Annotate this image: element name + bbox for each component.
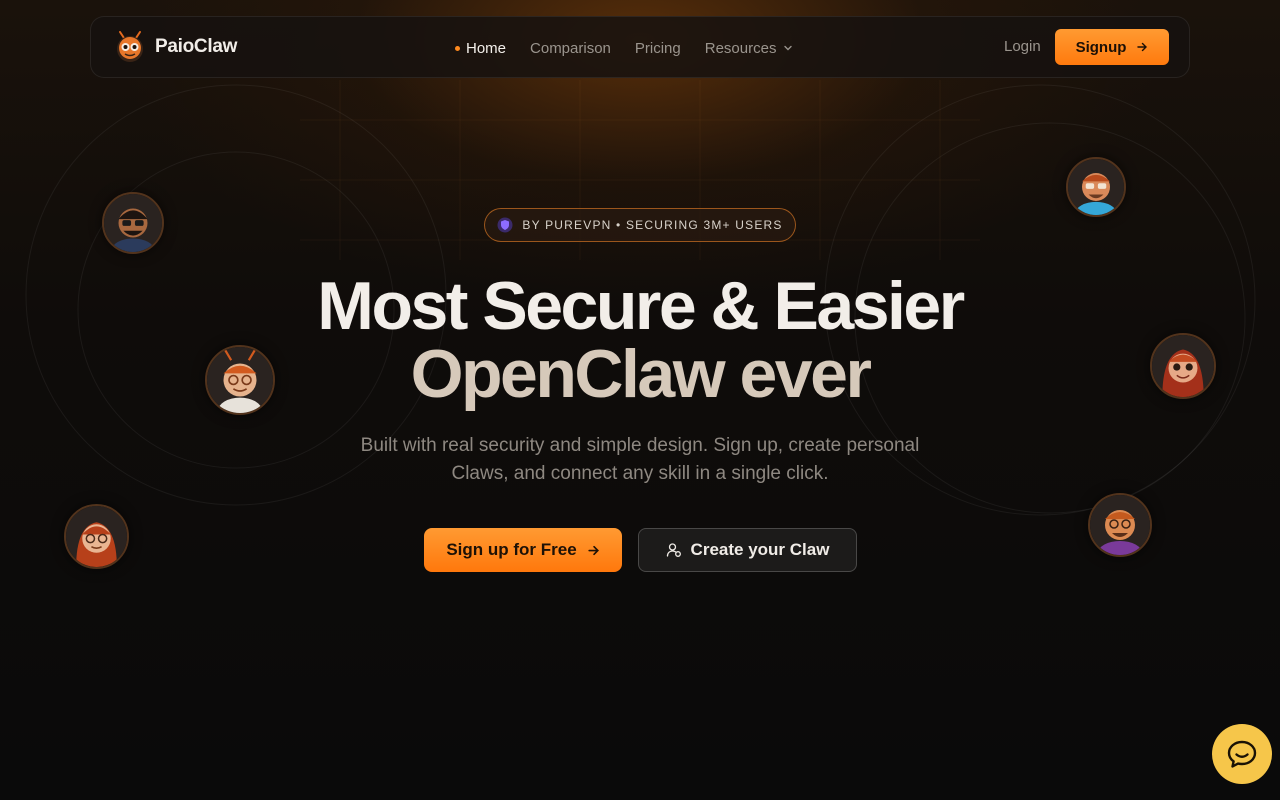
nav-link-label: Pricing bbox=[634, 39, 681, 57]
nav-link-pricing[interactable]: Pricing bbox=[635, 40, 681, 57]
ant-character-avatar-icon bbox=[1090, 495, 1150, 555]
ant-character-avatar-icon bbox=[66, 506, 127, 567]
ant-character-avatar-icon bbox=[1152, 335, 1214, 397]
nav-link-resources[interactable]: Resources bbox=[705, 40, 795, 57]
arrow-right-icon bbox=[588, 545, 599, 555]
brand-name: PaioClaw bbox=[155, 36, 238, 57]
hero-title-line-1: Most Secure & Easier bbox=[317, 268, 965, 344]
hero-subtitle: Built with real security and simple desi… bbox=[360, 435, 920, 484]
login-link[interactable]: Login bbox=[1004, 38, 1041, 55]
avatar bbox=[64, 504, 129, 569]
arrow-right-icon bbox=[1137, 42, 1148, 52]
shield-icon bbox=[497, 217, 513, 233]
chevron-down-icon bbox=[784, 45, 793, 51]
brand-logo[interactable]: PaioClaw bbox=[113, 30, 237, 64]
ant-mascot-icon bbox=[117, 31, 143, 62]
create-claw-label: Create your Claw bbox=[690, 540, 830, 559]
main-nav: Home Comparison Pricing Resources bbox=[455, 17, 794, 79]
active-indicator-dot bbox=[455, 45, 460, 51]
avatar bbox=[1066, 157, 1126, 217]
ant-character-avatar-icon bbox=[207, 347, 273, 413]
signup-button[interactable]: Signup bbox=[1055, 29, 1169, 65]
nav-link-label: Resources bbox=[704, 39, 777, 57]
chat-bubble-icon bbox=[1227, 740, 1257, 768]
signup-button-label: Signup bbox=[1075, 38, 1127, 56]
user-add-icon bbox=[666, 543, 681, 557]
trust-badge: BY PUREVPN • SECURING 3M+ USERS bbox=[484, 208, 796, 242]
avatar bbox=[102, 192, 164, 254]
signup-free-label: Sign up for Free bbox=[446, 540, 577, 559]
avatar bbox=[1150, 333, 1216, 399]
nav-link-home[interactable]: Home bbox=[455, 40, 506, 57]
nav-link-label: Comparison bbox=[530, 39, 611, 57]
chat-widget-button[interactable] bbox=[1212, 724, 1272, 784]
ant-character-avatar-icon bbox=[104, 194, 162, 252]
hero-title-line-2: OpenClaw ever bbox=[410, 336, 872, 412]
badge-text: BY PUREVPN • SECURING 3M+ USERS bbox=[522, 218, 783, 232]
nav-link-label: Home bbox=[466, 39, 507, 57]
avatar bbox=[1088, 493, 1152, 557]
nav-link-comparison[interactable]: Comparison bbox=[530, 40, 611, 57]
hero-title: Most Secure & Easier OpenClaw ever bbox=[240, 272, 1040, 408]
top-navbar: PaioClaw Home Comparison Pricing Resourc… bbox=[90, 16, 1190, 78]
avatar bbox=[205, 345, 275, 415]
signup-free-button[interactable]: Sign up for Free bbox=[424, 528, 622, 572]
ant-character-avatar-icon bbox=[1068, 159, 1124, 215]
create-claw-button[interactable]: Create your Claw bbox=[638, 528, 857, 572]
